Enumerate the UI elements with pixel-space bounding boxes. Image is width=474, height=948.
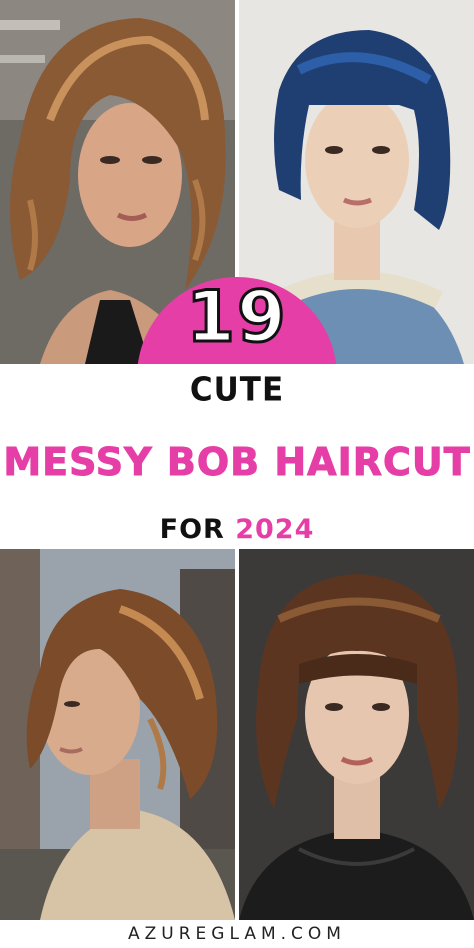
website-footer[interactable]: AZUREGLAM.COM [0, 921, 474, 948]
title-year: 2024 [235, 514, 315, 545]
title-for-word: FOR [159, 514, 225, 545]
title-headline: MESSY BOB HAIRCUT [3, 440, 471, 485]
title-year-line: FOR 2024 [0, 514, 474, 545]
photo-shaggy-bob-profile [0, 549, 235, 920]
title-line-cute: CUTE [189, 371, 285, 409]
photo-bob-with-bangs [239, 549, 474, 920]
count-number: 19 [185, 275, 288, 360]
